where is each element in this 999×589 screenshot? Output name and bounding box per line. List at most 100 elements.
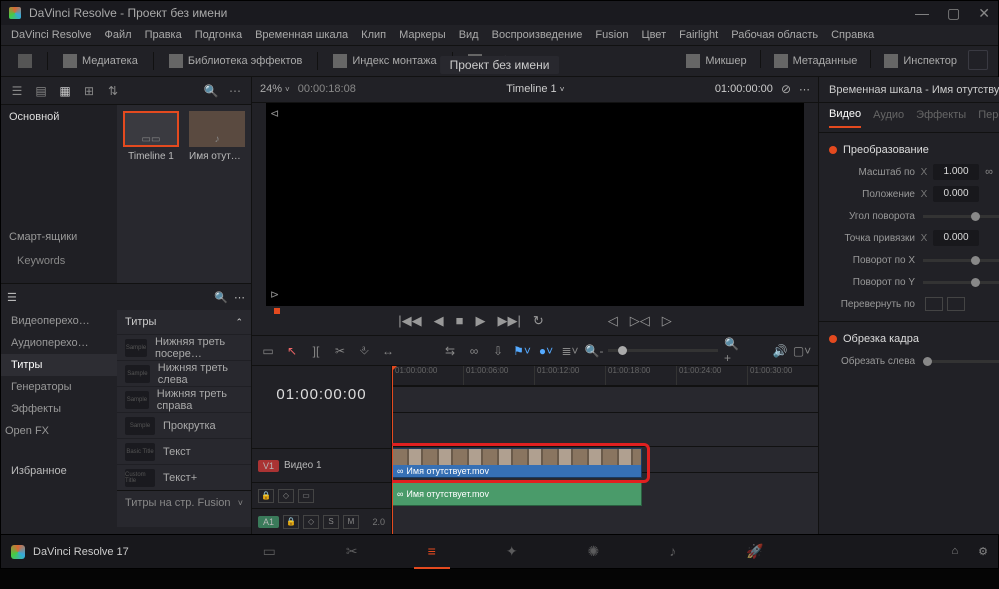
arrow-tool[interactable]: ↖ [284, 343, 300, 359]
pool-clip[interactable]: ♪ Имя отутст… [189, 111, 245, 162]
project-manager-button[interactable]: ⌂ [951, 545, 958, 558]
stop-button[interactable]: ■ [456, 313, 464, 328]
inspector-tab[interactable]: Переход [978, 109, 999, 127]
step-fwd-button[interactable]: ▶▶| [497, 313, 520, 329]
mark-out-button[interactable]: ▷ [662, 313, 672, 329]
lock-icon[interactable]: 🔒 [283, 515, 299, 529]
audio-toggle[interactable]: 🔊 [772, 343, 788, 359]
more-button[interactable]: ⋯ [799, 83, 810, 96]
inspector-tab[interactable]: Аудио [873, 109, 904, 127]
fx-cat[interactable]: Генераторы [1, 376, 117, 398]
menu-item[interactable]: Рабочая область [731, 29, 818, 41]
media-page-button[interactable]: ▭ [263, 543, 276, 560]
jump-start-button[interactable]: |◀◀ [398, 313, 421, 329]
flag-tool[interactable]: ⚑˅ [514, 343, 530, 359]
fx-favorites[interactable]: Избранное [1, 460, 117, 482]
inspector-tab[interactable]: Видео [829, 108, 861, 128]
view-list-button[interactable]: ▤ [31, 81, 51, 101]
fx-item[interactable]: SampleНижняя треть справа [117, 386, 251, 412]
viewer-title[interactable]: Timeline 1 ˅ [506, 83, 564, 95]
expand-button[interactable] [968, 50, 988, 70]
lock-icon[interactable]: 🔒 [258, 489, 274, 503]
rotx-slider[interactable] [923, 259, 999, 262]
link-icon[interactable]: ∞ [983, 166, 995, 178]
auto-select-button[interactable]: ◇ [278, 489, 294, 503]
menu-item[interactable]: Временная шкала [255, 29, 348, 41]
menu-item[interactable]: Маркеры [399, 29, 446, 41]
fx-sidebar-toggle[interactable]: ☰ [7, 291, 17, 304]
blade-tool[interactable]: ✂ [332, 343, 348, 359]
trim-tool[interactable]: ][ [308, 343, 324, 359]
match-frame-button[interactable]: ◁ [608, 313, 618, 329]
auto-select-button[interactable]: ◇ [303, 515, 319, 529]
solo-button[interactable]: S [323, 515, 339, 529]
cut-page-button[interactable]: ✂ [346, 543, 358, 560]
playhead[interactable] [392, 366, 393, 534]
scrub-handle[interactable] [274, 308, 280, 314]
menu-item[interactable]: Fairlight [679, 29, 718, 41]
search-button[interactable]: 🔍 [201, 81, 221, 101]
video-track-header[interactable]: V1 Видео 1 [252, 448, 391, 482]
flip-v-button[interactable] [947, 297, 965, 311]
select-tool[interactable]: ▭ [260, 343, 276, 359]
inspector-button[interactable]: Инспектор [877, 50, 964, 72]
sidebar-toggle-button[interactable]: ☰ [7, 81, 27, 101]
snap-tool[interactable]: ∞ [466, 343, 482, 359]
crop-left-slider[interactable] [923, 360, 999, 363]
flip-h-button[interactable] [925, 297, 943, 311]
smart-bin-keywords[interactable]: Keywords [1, 249, 117, 273]
roty-slider[interactable] [923, 281, 999, 284]
fx-item[interactable]: SampleПрокрутка [117, 412, 251, 438]
fx-item[interactable]: SampleНижняя треть слева [117, 360, 251, 386]
fx-cat[interactable]: Эффекты [1, 398, 117, 420]
loop-button[interactable]: ↻ [533, 313, 544, 329]
media-pool-button[interactable]: Медиатека [56, 50, 145, 72]
menu-item[interactable]: Правка [145, 29, 182, 41]
layout-button[interactable] [11, 50, 39, 72]
zoom-in-button[interactable]: 🔍+ [724, 343, 740, 359]
chevron-up-icon[interactable]: ⌃ [235, 317, 243, 328]
track-visible-button[interactable]: ▭ [298, 489, 314, 503]
track-opts[interactable]: ≣˅ [562, 343, 578, 359]
inspector-tab[interactable]: Эффекты [916, 109, 966, 127]
menu-item[interactable]: Fusion [595, 29, 628, 41]
menu-item[interactable]: Справка [831, 29, 874, 41]
angle-slider[interactable] [923, 215, 999, 218]
deliver-page-button[interactable]: 🚀 [746, 543, 763, 560]
fx-cat[interactable]: Аудиоперехо… [1, 332, 117, 354]
view-thumb-button[interactable]: ▦ [55, 81, 75, 101]
metadata-button[interactable]: Метаданные [767, 50, 865, 72]
enable-dot[interactable] [829, 335, 837, 343]
enable-dot[interactable] [829, 146, 837, 154]
mark-in-button[interactable]: ▷◁ [630, 313, 650, 329]
link-tool[interactable]: ⇆ [442, 343, 458, 359]
zoom-slider[interactable] [608, 349, 718, 352]
sort-button[interactable]: ⇅ [103, 81, 123, 101]
zoom-out-button[interactable]: 🔍- [586, 343, 602, 359]
marker-color[interactable]: ●˅ [538, 343, 554, 359]
view-opts[interactable]: ▢˅ [794, 343, 810, 359]
fx-cat[interactable]: Видеоперехо… [1, 310, 117, 332]
timeline-ruler[interactable]: 01:00:00:0001:00:06:0001:00:12:0001:00:1… [392, 366, 818, 386]
play-button[interactable]: ▶ [475, 313, 485, 329]
edit-page-button[interactable]: ≡ [428, 543, 436, 560]
minimize-button[interactable]: — [915, 5, 929, 22]
scale-x-input[interactable]: 1.000 [933, 164, 979, 180]
timeline-body[interactable]: 01:00:00:0001:00:06:0001:00:12:0001:00:1… [392, 366, 818, 534]
project-settings-button[interactable]: ⚙ [978, 545, 988, 558]
menu-item[interactable]: Вид [459, 29, 479, 41]
fx-cat[interactable]: Титры [1, 354, 117, 376]
maximize-button[interactable]: ▢ [947, 5, 960, 22]
pos-x-input[interactable]: 0.000 [933, 186, 979, 202]
fusion-page-button[interactable]: ✦ [506, 543, 518, 560]
anchor-x-input[interactable]: 0.000 [933, 230, 979, 246]
viewer-zoom[interactable]: 24% ˅ [260, 83, 290, 95]
color-page-button[interactable]: ✺ [588, 543, 600, 560]
fx-item[interactable]: SampleНижняя треть посере… [117, 334, 251, 360]
audio-track-header[interactable]: A1 🔒 ◇ S M 2.0 [252, 508, 391, 534]
step-back-button[interactable]: ◀ [434, 313, 444, 329]
fx-item[interactable]: Custom TitleТекст+ [117, 464, 251, 490]
menu-item[interactable]: Воспроизведение [492, 29, 583, 41]
timeline-audio-clip[interactable]: ∞Имя отутствует.mov [392, 482, 642, 506]
close-button[interactable]: ✕ [978, 5, 990, 22]
